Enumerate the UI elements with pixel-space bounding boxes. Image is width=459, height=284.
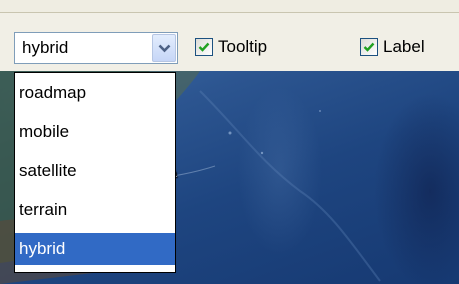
tooltip-checkbox-label[interactable]: Tooltip xyxy=(218,37,267,57)
toolbar: hybrid Tooltip Label xyxy=(0,13,459,71)
dropdown-toggle-button[interactable] xyxy=(152,34,176,62)
label-checkbox-label[interactable]: Label xyxy=(383,37,425,57)
label-checkbox[interactable] xyxy=(360,38,378,56)
option-terrain[interactable]: terrain xyxy=(15,194,175,226)
map-type-select-value: hybrid xyxy=(22,38,69,57)
chevron-down-icon xyxy=(158,44,171,53)
option-satellite[interactable]: satellite xyxy=(15,155,175,187)
map-type-dropdown-list: roadmap mobile satellite terrain hybrid xyxy=(14,72,176,273)
option-hybrid[interactable]: hybrid xyxy=(15,233,175,265)
checkmark-icon xyxy=(198,42,210,52)
map-type-select[interactable]: hybrid xyxy=(14,32,178,64)
checkmark-icon xyxy=(363,42,375,52)
tooltip-checkbox[interactable] xyxy=(195,38,213,56)
option-mobile[interactable]: mobile xyxy=(15,116,175,148)
option-roadmap[interactable]: roadmap xyxy=(15,77,175,109)
window-top-strip xyxy=(0,0,459,13)
